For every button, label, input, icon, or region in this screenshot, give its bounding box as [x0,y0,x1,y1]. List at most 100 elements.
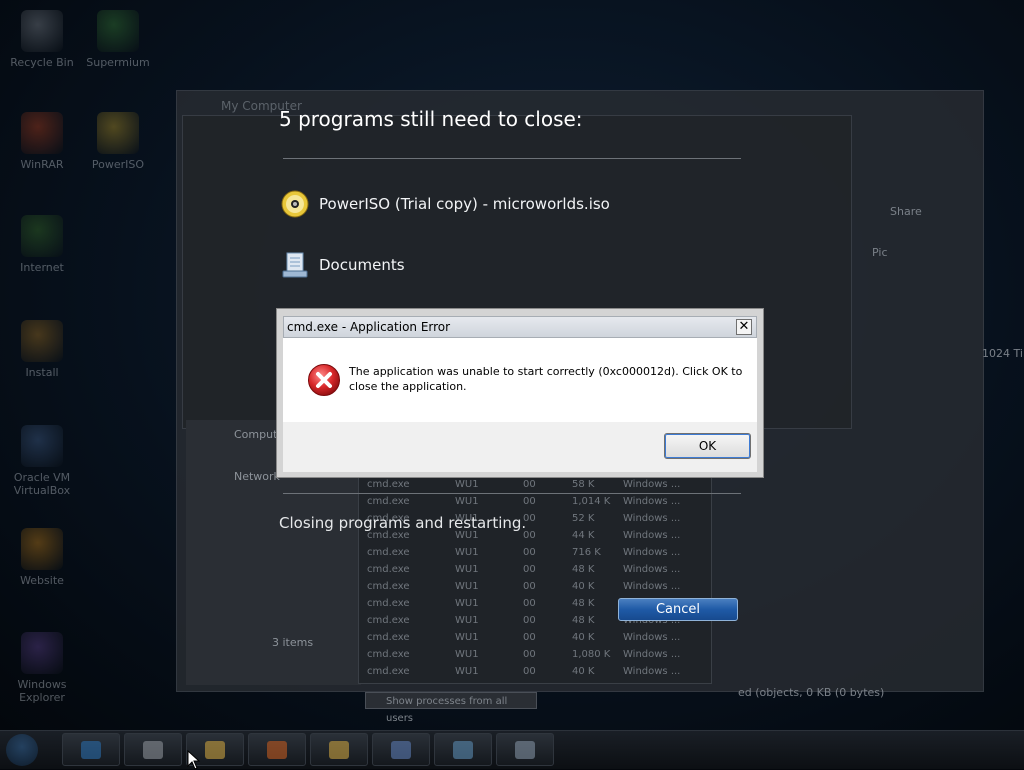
status-bar-text: ed (objects, 0 KB (0 bytes) [738,686,885,699]
cell-cpu: 00 [523,581,536,592]
top-separator [283,158,741,159]
show-processes-button[interactable]: Show processes from all users [365,692,537,724]
cell-name: cmd.exe [367,598,410,609]
cell-cpu: 00 [523,479,536,490]
media-icon [267,741,287,759]
program-item: PowerISO (Trial copy) - microworlds.iso [281,188,610,220]
cell-mem: 716 K [572,547,601,558]
size-text: 1024 Ti [982,347,1023,360]
cell-desc: Windows ... [623,666,681,677]
dialog-body: The application was unable to start corr… [283,338,757,422]
cell-desc: Windows ... [623,564,681,575]
cell-cpu: 00 [523,666,536,677]
archive-icon [21,112,63,154]
taskbar-button[interactable] [62,733,120,766]
cell-user: WU1 [455,581,479,592]
desktop-icon[interactable]: PowerISO [80,112,156,171]
cell-cpu: 00 [523,496,536,507]
cell-desc: Windows ... [623,649,681,660]
cell-cpu: 00 [523,615,536,626]
cell-desc: Windows ... [623,581,681,592]
cell-user: WU1 [455,632,479,643]
cell-cpu: 00 [523,632,536,643]
cell-desc: Windows ... [623,513,681,524]
program-name: PowerISO (Trial copy) - microworlds.iso [319,195,610,213]
desktop-icon[interactable]: Install [4,320,80,379]
cell-mem: 58 K [572,479,595,490]
recycle-bin-icon [21,10,63,52]
desktop-icon-label: Website [20,574,64,587]
desktop-icon[interactable]: WinRAR [4,112,80,171]
restart-status: Closing programs and restarting. [279,514,527,532]
bottom-separator [283,493,741,494]
start-button[interactable] [6,734,38,766]
items-count: 3 items [272,636,314,649]
cell-user: WU1 [455,547,479,558]
cancel-button[interactable]: Cancel [618,598,738,621]
system-tray [824,731,1024,769]
cell-desc: Windows ... [623,496,681,507]
dialog-footer: OK [283,422,757,472]
cell-user: WU1 [455,598,479,609]
cell-cpu: 00 [523,598,536,609]
cell-name: cmd.exe [367,547,410,558]
explorer-icon [329,741,349,759]
cell-mem: 48 K [572,615,595,626]
desktop-icon[interactable]: Windows Explorer [4,632,80,704]
documents-icon [282,252,308,278]
dialog-title: cmd.exe - Application Error [287,320,451,334]
taskbar-button[interactable] [310,733,368,766]
program-item: Documents [281,249,405,281]
cell-mem: 40 K [572,632,595,643]
cell-user: WU1 [455,615,479,626]
cell-mem: 40 K [572,666,595,677]
computer-icon [391,741,411,759]
cell-name: cmd.exe [367,496,410,507]
disc-icon [97,112,139,154]
folder-icon [205,741,225,759]
desktop-icon[interactable]: Oracle VM VirtualBox [4,425,80,497]
error-message: The application was unable to start corr… [349,365,743,393]
notepad-icon [143,741,163,759]
desktop-icon-label: WinRAR [20,158,64,171]
cell-name: cmd.exe [367,479,410,490]
cell-desc: Windows ... [623,632,681,643]
cell-user: WU1 [455,564,479,575]
desktop-icon-label: PowerISO [91,158,145,171]
desktop-icon[interactable]: Website [4,528,80,587]
cell-name: cmd.exe [367,649,410,660]
sidebar-item-network[interactable]: Network [234,470,280,483]
cell-name: cmd.exe [367,564,410,575]
task-manager-list: cmd.exe WU1 00 58 K Windows ... cmd.exe WU1 00 1… [358,468,712,684]
cell-name: cmd.exe [367,581,410,592]
virtualbox-icon [21,425,63,467]
desktop-icon[interactable]: Supermium [80,10,156,69]
close-button[interactable]: ✕ [736,319,752,335]
taskbar-button[interactable] [248,733,306,766]
taskmgr-icon [453,741,473,759]
pic-text: Pic [872,246,888,259]
explorer-icon [21,632,63,674]
cell-name: cmd.exe [367,615,410,626]
cell-name: cmd.exe [367,666,410,677]
taskbar-button[interactable] [124,733,182,766]
mouse-cursor-icon [187,750,201,770]
dialog-titlebar[interactable]: cmd.exe - Application Error ✕ [283,316,757,338]
desktop-icon[interactable]: Internet [4,215,80,274]
cell-cpu: 00 [523,564,536,575]
taskbar-button[interactable] [434,733,492,766]
desktop-icon-label: Recycle Bin [10,56,74,69]
error-icon [308,364,340,396]
desktop-icon-label: Install [25,366,59,379]
cell-mem: 1,014 K [572,496,611,507]
taskbar-button[interactable] [496,733,554,766]
globe-icon [21,215,63,257]
overlay-title: 5 programs still need to close: [279,107,583,131]
cell-mem: 40 K [572,581,595,592]
desktop-icon[interactable]: Recycle Bin [4,10,80,69]
cell-desc: Windows ... [623,547,681,558]
ok-button[interactable]: OK [664,433,751,459]
cell-user: WU1 [455,649,479,660]
taskbar-button[interactable] [372,733,430,766]
cell-user: WU1 [455,479,479,490]
